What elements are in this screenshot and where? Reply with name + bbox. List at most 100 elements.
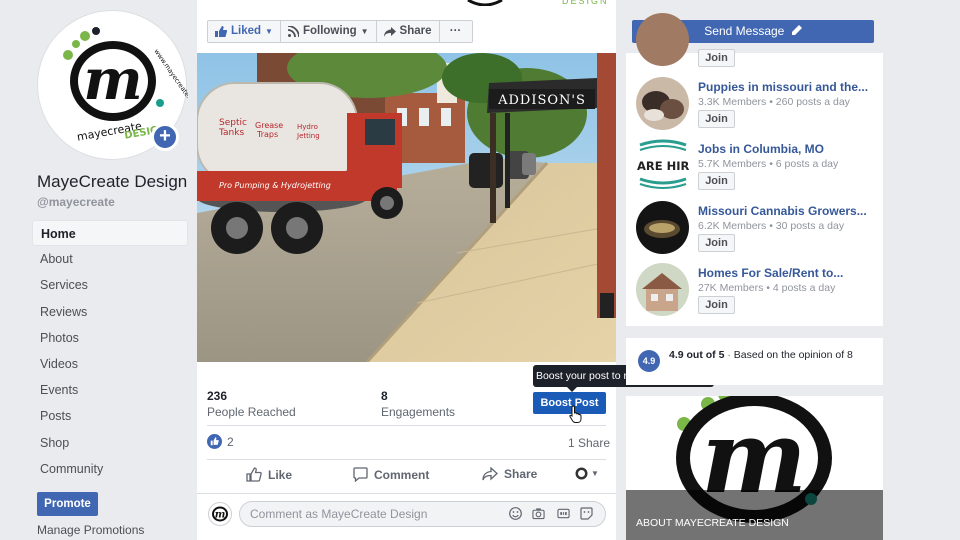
page-handle[interactable]: @mayecreate — [37, 195, 115, 209]
svg-text:m: m — [215, 510, 226, 521]
camera-icon[interactable] — [532, 507, 545, 520]
nav-item-shop[interactable]: Shop — [32, 430, 188, 456]
share-arrow-icon — [383, 26, 396, 37]
send-message-label: Send Message — [704, 24, 785, 38]
share-label: Share — [399, 25, 432, 37]
page-nav: Home About Services Reviews Photos Video… — [32, 220, 188, 482]
commenter-avatar: m — [208, 502, 232, 526]
rating-text[interactable]: 4.9 out of 5 · Based on the opinion of 8 — [669, 349, 853, 361]
group-name[interactable]: Puppies in missouri and the... — [698, 80, 868, 94]
nav-item-services[interactable]: Services — [32, 272, 188, 298]
svg-text:Traps: Traps — [256, 130, 278, 139]
svg-text:ARE HIRI: ARE HIRI — [637, 159, 689, 173]
page-avatar-icon — [575, 467, 588, 480]
suggested-groups-card: Join Puppies in missouri and the... 3.3K… — [626, 13, 883, 326]
nav-item-posts[interactable]: Posts — [32, 403, 188, 429]
svg-text:Grease: Grease — [255, 121, 283, 130]
people-reached-count: 236 — [207, 389, 228, 403]
pencil-icon — [791, 25, 802, 35]
share-label: Share — [504, 467, 538, 481]
nav-item-home[interactable]: Home — [32, 220, 188, 247]
like-button[interactable]: Like — [246, 467, 292, 482]
gif-icon[interactable] — [557, 507, 570, 520]
join-button[interactable]: Join — [698, 49, 735, 67]
group-name[interactable]: Jobs in Columbia, MO — [698, 142, 824, 156]
engagements-count: 8 — [381, 389, 388, 403]
cover-logo-fragment — [467, 0, 503, 6]
cover-logo-word: DESIGN — [562, 0, 609, 6]
page-title: MayeCreate Design — [37, 172, 188, 191]
group-thumbnail[interactable] — [636, 13, 689, 66]
page-action-bar: Liked ▼ Following ▼ Share ··· — [207, 20, 473, 43]
join-button[interactable]: Join — [698, 172, 735, 190]
more-options-button[interactable]: ··· — [440, 21, 472, 42]
chevron-down-icon: ▼ — [265, 27, 273, 36]
thumbs-up-icon — [246, 467, 262, 482]
rating-card: 4.9 4.9 out of 5 · Based on the opinion … — [626, 338, 883, 385]
svg-text:m: m — [83, 47, 142, 113]
group-thumbnail[interactable]: ARE HIRI — [636, 139, 689, 192]
about-card-label[interactable]: ABOUT MAYECREATE DESIGN — [636, 517, 789, 529]
join-button[interactable]: Join — [698, 110, 735, 128]
following-button[interactable]: Following ▼ — [281, 21, 377, 42]
svg-text:ADDISON'S: ADDISON'S — [497, 93, 586, 108]
group-thumbnail[interactable] — [636, 263, 689, 316]
join-button[interactable]: Join — [698, 234, 735, 252]
promote-button[interactable]: Promote — [37, 492, 98, 516]
group-thumbnail[interactable] — [636, 77, 689, 130]
divider — [197, 493, 616, 494]
comment-icon — [353, 467, 368, 482]
sticker-icon[interactable] — [580, 507, 593, 520]
divider — [207, 459, 606, 460]
join-button[interactable]: Join — [698, 296, 735, 314]
group-name[interactable]: Homes For Sale/Rent to... — [698, 266, 843, 280]
nav-item-community[interactable]: Community — [32, 456, 188, 482]
share-arrow-icon — [482, 467, 498, 481]
nav-item-reviews[interactable]: Reviews — [32, 299, 188, 325]
group-meta: 6.2K Members • 30 posts a day — [698, 220, 845, 232]
group-name[interactable]: Missouri Cannabis Growers... — [698, 204, 867, 218]
engagements-label: Engagements — [381, 405, 456, 419]
divider — [207, 425, 606, 426]
smiley-icon[interactable] — [509, 507, 522, 520]
share-count[interactable]: 1 Share — [568, 436, 610, 450]
group-thumbnail[interactable] — [636, 201, 689, 254]
audience-selector[interactable]: ▼ — [575, 467, 599, 480]
add-photo-plus-icon[interactable]: + — [151, 123, 179, 151]
group-meta: 5.7K Members • 6 posts a day — [698, 158, 839, 170]
like-count: 2 — [227, 434, 234, 449]
rating-separator: · — [727, 349, 731, 361]
nav-item-events[interactable]: Events — [32, 377, 188, 403]
share-button[interactable]: Share — [482, 467, 537, 481]
comment-button[interactable]: Comment — [353, 467, 429, 482]
nav-item-photos[interactable]: Photos — [32, 325, 188, 351]
rss-icon — [287, 26, 299, 37]
comment-label: Comment — [374, 467, 430, 482]
svg-text:Pro Pumping & Hydrojetting: Pro Pumping & Hydrojetting — [219, 181, 331, 190]
rating-badge: 4.9 — [638, 350, 660, 372]
chevron-down-icon: ▼ — [591, 469, 599, 478]
svg-text:Tanks: Tanks — [218, 128, 244, 138]
chevron-down-icon: ▼ — [360, 27, 369, 36]
liked-label: Liked — [231, 25, 262, 37]
like-count-summary[interactable]: 2 — [207, 434, 234, 449]
rating-score: 4.9 out of 5 — [669, 349, 725, 361]
people-reached-label: People Reached — [207, 405, 296, 419]
following-label: Following — [302, 25, 357, 37]
liked-button[interactable]: Liked ▼ — [208, 21, 281, 42]
group-meta: 27K Members • 4 posts a day — [698, 282, 836, 294]
group-meta: 3.3K Members • 260 posts a day — [698, 96, 850, 108]
rating-basis: Based on the opinion of 8 — [733, 349, 853, 361]
hand-cursor-icon — [569, 405, 582, 423]
nav-item-about[interactable]: About — [32, 246, 188, 272]
manage-promotions-link[interactable]: Manage Promotions — [37, 523, 144, 537]
like-label: Like — [268, 467, 293, 482]
street-scene-image: ADDISON'S Septic Tanks Grease Traps Hydr… — [197, 53, 616, 362]
post-photo[interactable]: ADDISON'S Septic Tanks Grease Traps Hydr… — [197, 53, 616, 362]
thumbs-up-icon — [215, 26, 227, 37]
share-page-button[interactable]: Share — [377, 21, 440, 42]
like-reaction-icon — [207, 434, 222, 449]
comment-input[interactable]: Comment as MayeCreate Design — [239, 501, 606, 527]
svg-text:Septic: Septic — [219, 118, 247, 128]
nav-item-videos[interactable]: Videos — [32, 351, 188, 377]
